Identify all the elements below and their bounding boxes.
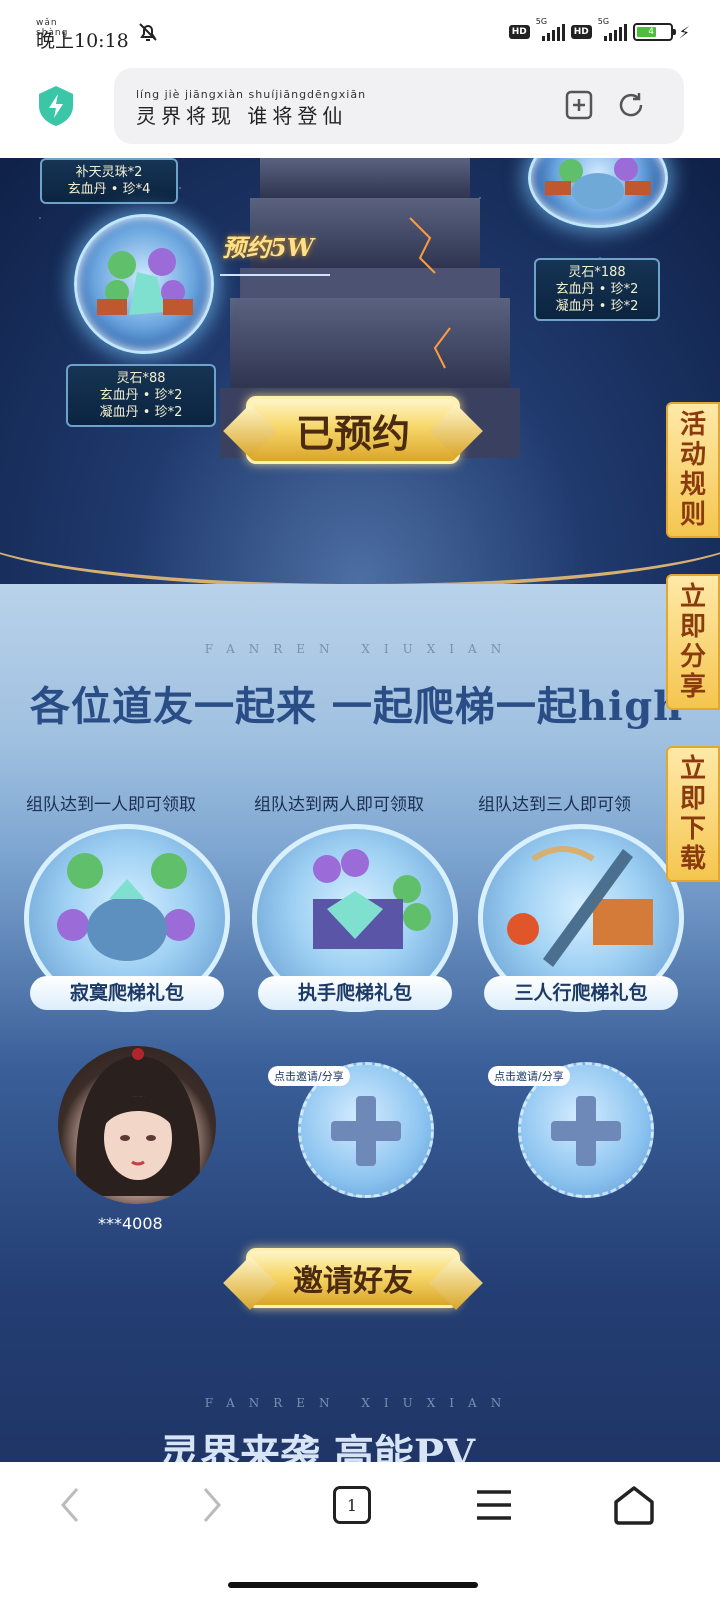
reward-line: 玄血丹 • 珍*2 bbox=[555, 282, 639, 297]
reward-line: 凝血丹 • 珍*2 bbox=[99, 405, 183, 420]
reward-orb-right bbox=[528, 158, 668, 228]
home-icon bbox=[614, 1486, 654, 1525]
invite-friends-label: 邀请好友 bbox=[293, 1264, 413, 1299]
invite-tag-2: 点击邀请/分享 bbox=[268, 1066, 350, 1086]
milestone-label: 预约5W bbox=[222, 233, 314, 262]
refresh-icon[interactable] bbox=[614, 88, 648, 122]
share-tab[interactable]: 立即分享 bbox=[666, 574, 720, 710]
address-bar[interactable]: líng jiè jiāngxiàn shuíjiāngdēngxiān 灵界将… bbox=[114, 68, 684, 144]
chevron-left-icon bbox=[61, 1488, 79, 1522]
hd-badge-2: HD bbox=[570, 25, 592, 39]
signal-icon-1: 5G bbox=[536, 17, 565, 41]
tier-requirement-1: 组队达到一人即可领取 bbox=[26, 795, 196, 815]
reward-line: 凝血丹 • 珍*2 bbox=[555, 299, 639, 314]
web-content: 补天灵珠*2 玄血丹 • 珍*4 预约5W 灵石*88 玄血丹 • 珍*2 凝血… bbox=[0, 158, 720, 1462]
forward-button[interactable] bbox=[182, 1480, 242, 1530]
status-bar: wǎn shàng 晚上10:18 HD 5G HD 5G 4 ⚡ bbox=[0, 0, 720, 64]
reserved-button[interactable]: 已预约 bbox=[246, 396, 460, 464]
tier-requirement-3: 组队达到三人即可领 bbox=[478, 795, 631, 815]
signal-icon-2: 5G bbox=[598, 17, 627, 41]
security-shield-icon[interactable] bbox=[36, 84, 76, 128]
home-button[interactable] bbox=[604, 1480, 664, 1530]
invite-friends-button[interactable]: 邀请好友 bbox=[246, 1248, 460, 1308]
browser-toolbar: líng jiè jiāngxiàn shuíjiāngdēngxiān 灵界将… bbox=[0, 64, 720, 158]
avatar-portrait bbox=[76, 1048, 200, 1196]
reward-box-left: 灵石*88 玄血丹 • 珍*2 凝血丹 • 珍*2 bbox=[66, 364, 216, 427]
share-tab-label: 立即分享 bbox=[679, 582, 706, 702]
reservation-section: 补天灵珠*2 玄血丹 • 珍*4 预约5W 灵石*88 玄血丹 • 珍*2 凝血… bbox=[0, 158, 720, 588]
reserved-button-label: 已预约 bbox=[295, 410, 410, 456]
system-indicators: HD 5G HD 5G 4 ⚡ bbox=[508, 17, 690, 44]
treasure-chest-icon bbox=[97, 248, 193, 315]
reward-box-right: 灵石*188 玄血丹 • 珍*2 凝血丹 • 珍*2 bbox=[534, 258, 660, 321]
browser-bottom-nav: 1 bbox=[0, 1462, 720, 1600]
reward-line: 补天灵珠*2 bbox=[75, 165, 143, 180]
reward-orb-left bbox=[74, 214, 214, 354]
gift-pack-3[interactable]: 三人行爬梯礼包 bbox=[478, 824, 684, 1012]
download-tab-label: 立即下载 bbox=[679, 754, 706, 874]
gift-pack-2[interactable]: 执手爬梯礼包 bbox=[252, 824, 458, 1012]
clock-time: 晚上10:18 bbox=[36, 30, 129, 52]
gift-pack-name: 执手爬梯礼包 bbox=[258, 976, 452, 1010]
plus-icon-vertical bbox=[576, 1096, 596, 1166]
team-ladder-section: FANREN XIUXIAN 各位道友一起来 一起爬梯一起high 组队达到一人… bbox=[0, 584, 720, 1462]
battery-icon: 4 bbox=[632, 23, 676, 41]
gift-chest-icon bbox=[313, 849, 431, 949]
pv-watermark-text: FANREN XIUXIAN bbox=[204, 1396, 516, 1410]
page-title: 灵界将现 谁将登仙 bbox=[136, 104, 348, 128]
network-gen-label-2: 5G bbox=[597, 17, 610, 26]
menu-button[interactable] bbox=[464, 1480, 524, 1530]
gift-pack-name: 三人行爬梯礼包 bbox=[484, 976, 678, 1010]
stone-tower-illustration bbox=[220, 158, 520, 458]
gesture-bar[interactable] bbox=[228, 1582, 478, 1588]
member-id: ***4008 bbox=[98, 1214, 163, 1233]
rules-tab[interactable]: 活动规则 bbox=[666, 402, 720, 538]
download-tab[interactable]: 立即下载 bbox=[666, 746, 720, 882]
battery-level: 4 bbox=[636, 27, 656, 37]
weapon-chest-icon bbox=[507, 846, 653, 967]
gift-bag-icon bbox=[57, 853, 195, 961]
network-gen-label-1: 5G bbox=[535, 17, 548, 26]
invite-tag-3: 点击邀请/分享 bbox=[488, 1066, 570, 1086]
tier-requirement-2: 组队达到两人即可领取 bbox=[254, 795, 424, 815]
hamburger-menu-icon bbox=[477, 1490, 511, 1520]
gift-pack-name: 寂寞爬梯礼包 bbox=[30, 976, 224, 1010]
tabs-button[interactable]: 1 bbox=[322, 1480, 382, 1530]
reward-box-top-left: 补天灵珠*2 玄血丹 • 珍*4 bbox=[40, 158, 178, 204]
treasure-bag-icon bbox=[545, 158, 651, 209]
tab-count: 1 bbox=[333, 1486, 371, 1524]
charging-icon: ⚡ bbox=[678, 22, 690, 42]
milestone-line bbox=[220, 274, 330, 276]
mute-bell-icon bbox=[139, 23, 157, 41]
chevron-right-icon bbox=[203, 1488, 221, 1522]
watermark-text: FANREN XIUXIAN bbox=[204, 642, 516, 656]
plus-icon-vertical bbox=[356, 1096, 376, 1166]
back-button[interactable] bbox=[40, 1480, 100, 1530]
team-headline: 各位道友一起来 一起爬梯一起high bbox=[30, 683, 684, 730]
rules-tab-label: 活动规则 bbox=[679, 410, 706, 530]
reward-line: 玄血丹 • 珍*2 bbox=[99, 388, 183, 403]
pv-section-title: 灵界来袭 高能PV bbox=[160, 1431, 476, 1462]
gold-arc-decoration bbox=[0, 468, 720, 588]
reward-line: 玄血丹 • 珍*4 bbox=[67, 182, 151, 197]
hd-badge-1: HD bbox=[508, 25, 530, 39]
reward-line: 灵石*188 bbox=[568, 265, 626, 280]
bookmark-add-icon[interactable] bbox=[562, 88, 596, 122]
member-avatar[interactable] bbox=[58, 1046, 216, 1204]
reward-line: 灵石*88 bbox=[116, 371, 166, 386]
gift-pack-1[interactable]: 寂寞爬梯礼包 bbox=[24, 824, 230, 1012]
